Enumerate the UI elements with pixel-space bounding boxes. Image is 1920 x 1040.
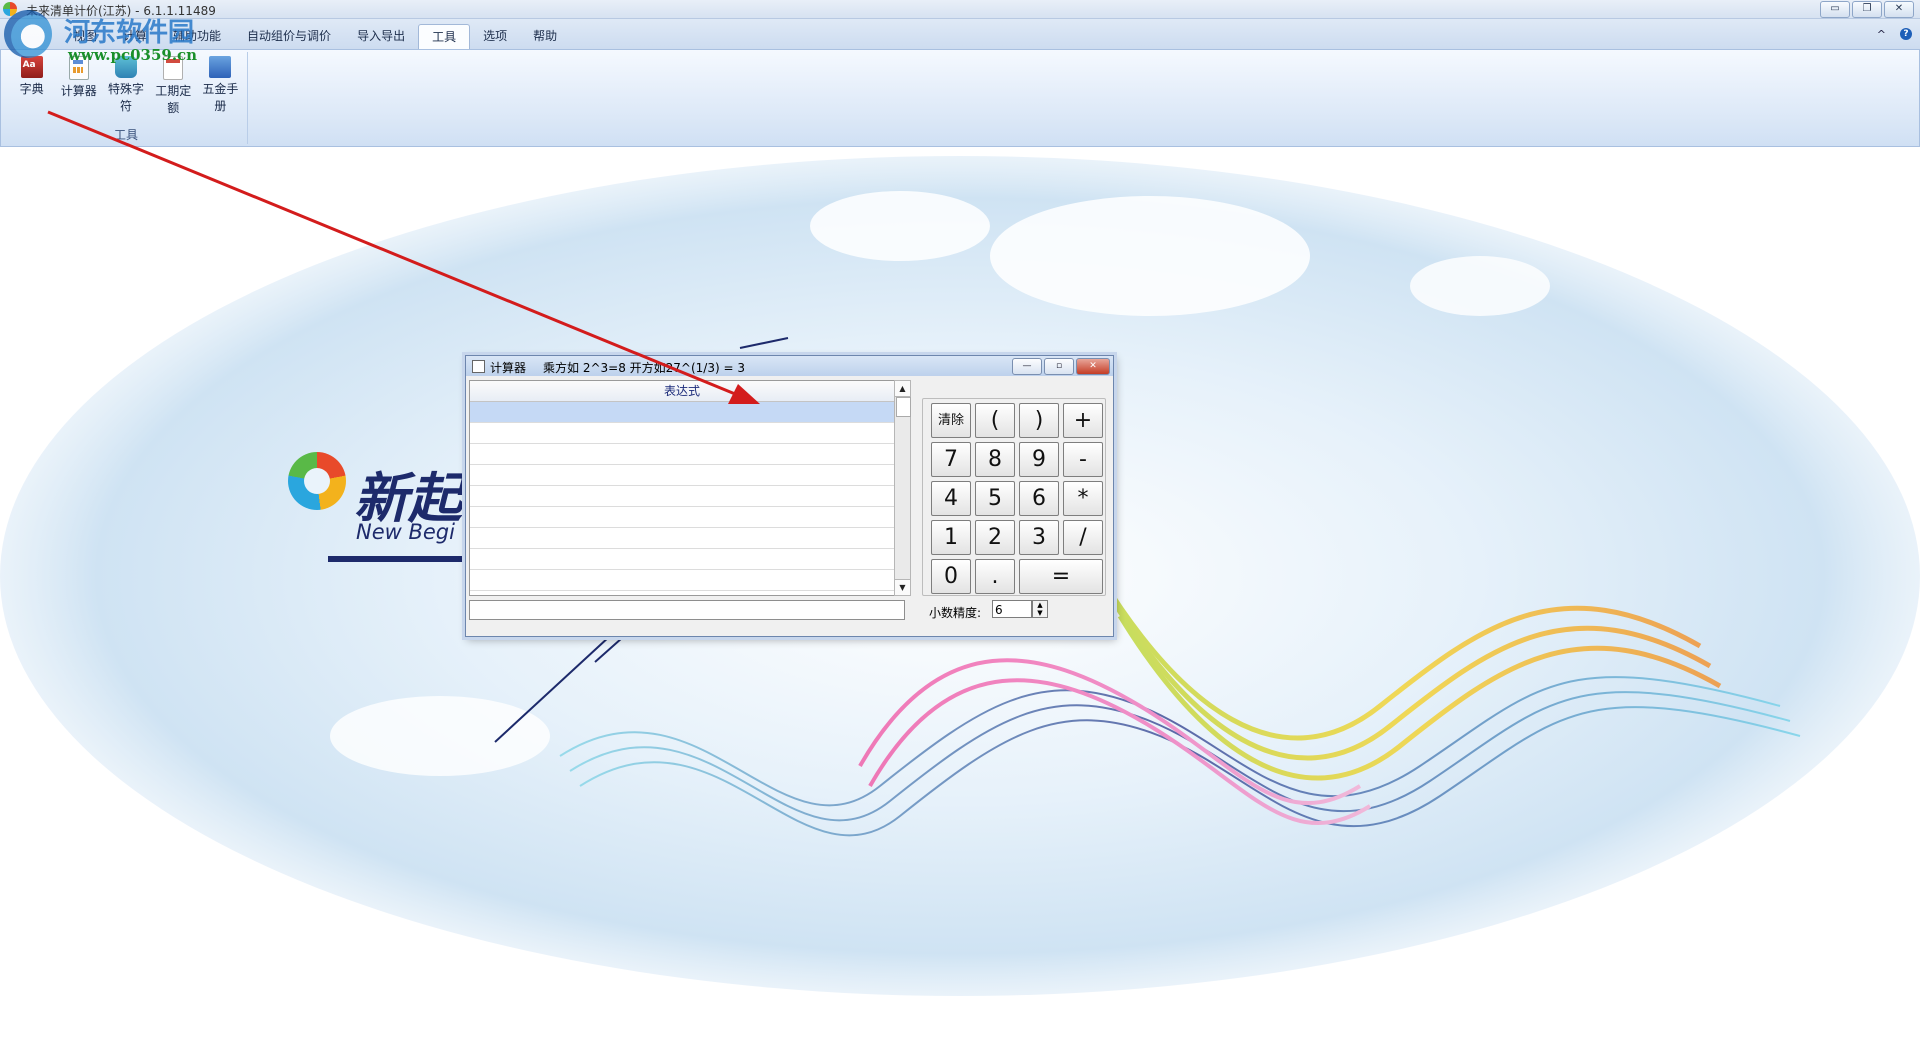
calendar-icon bbox=[163, 56, 184, 80]
key-1[interactable]: 1 bbox=[931, 520, 971, 555]
scroll-up-icon[interactable]: ▲ bbox=[895, 381, 910, 397]
key-equals[interactable]: = bbox=[1019, 559, 1103, 594]
spin-up-icon[interactable]: ▲ bbox=[1033, 601, 1047, 609]
key-close-paren[interactable]: ) bbox=[1019, 403, 1059, 438]
calculator-button[interactable]: 计算器 bbox=[56, 54, 101, 116]
precision-input[interactable]: 6 bbox=[992, 600, 1032, 618]
tab-help[interactable]: 帮助 bbox=[520, 24, 570, 48]
title-bar: 未来清单计价(江苏) - 6.1.1.11489 ▭ ❐ ✕ bbox=[0, 0, 1920, 19]
duration-quota-label: 工期定额 bbox=[155, 84, 192, 115]
tab-view[interactable]: 视图 bbox=[60, 24, 110, 48]
key-6[interactable]: 6 bbox=[1019, 481, 1059, 516]
key-3[interactable]: 3 bbox=[1019, 520, 1059, 555]
key-2[interactable]: 2 bbox=[975, 520, 1015, 555]
table-row[interactable] bbox=[470, 423, 894, 444]
calculator-minimize-button[interactable]: — bbox=[1012, 358, 1042, 375]
calculator-maximize-button[interactable]: ▫ bbox=[1044, 358, 1074, 375]
app-title: 未来清单计价(江苏) - 6.1.1.11489 bbox=[26, 4, 216, 18]
calculator-hint: 乘方如 2^3=8 开方如27^(1/3) = 3 bbox=[543, 361, 745, 375]
expression-input[interactable] bbox=[469, 600, 905, 620]
brand-logo-icon bbox=[288, 452, 346, 510]
table-row[interactable] bbox=[470, 486, 894, 507]
scroll-down-icon[interactable]: ▼ bbox=[895, 579, 910, 595]
minimize-button[interactable]: ▭ bbox=[1820, 1, 1850, 18]
tab-auxiliary[interactable]: 辅助功能 bbox=[160, 24, 234, 48]
restore-button[interactable]: ❐ bbox=[1852, 1, 1882, 18]
clear-button[interactable]: 清除 bbox=[931, 403, 971, 438]
table-row[interactable] bbox=[470, 549, 894, 570]
close-button[interactable]: ✕ bbox=[1884, 1, 1914, 18]
app-logo-icon bbox=[3, 2, 17, 16]
calculator-window-icon bbox=[472, 360, 485, 373]
ribbon-tab-bar: 视图 计算 辅助功能 自动组价与调价 导入导出 工具 选项 帮助 ^ ? bbox=[0, 19, 1920, 49]
duration-quota-button[interactable]: 工期定额 bbox=[151, 54, 196, 116]
help-icon[interactable]: ? bbox=[1900, 28, 1912, 40]
key-9[interactable]: 9 bbox=[1019, 442, 1059, 477]
precision-label: 小数精度: bbox=[929, 606, 982, 620]
handbook-icon bbox=[209, 56, 232, 78]
brand-underline bbox=[328, 556, 488, 562]
table-row[interactable] bbox=[470, 570, 894, 591]
key-decimal[interactable]: . bbox=[975, 559, 1015, 594]
table-row[interactable] bbox=[470, 444, 894, 465]
special-char-button[interactable]: 特殊字符 bbox=[103, 54, 148, 116]
tools-group: 字典 计算器 特殊字符 工期定额 五金手册 工具 bbox=[5, 52, 248, 144]
tab-auto-pricing[interactable]: 自动组价与调价 bbox=[234, 24, 344, 48]
expression-column-header: 表达式 bbox=[470, 381, 894, 402]
ribbon-panel: 字典 计算器 特殊字符 工期定额 五金手册 工具 bbox=[0, 49, 1920, 147]
tab-import-export[interactable]: 导入导出 bbox=[344, 24, 418, 48]
ribbon-collapse-icon[interactable]: ^ bbox=[1877, 28, 1886, 41]
calculator-title-bar[interactable]: 计算器 乘方如 2^3=8 开方如27^(1/3) = 3 — ▫ ✕ bbox=[466, 356, 1113, 376]
dictionary-icon bbox=[20, 56, 43, 78]
tab-tools[interactable]: 工具 bbox=[418, 24, 471, 49]
table-row[interactable] bbox=[470, 465, 894, 486]
spin-down-icon[interactable]: ▼ bbox=[1033, 609, 1047, 617]
key-7[interactable]: 7 bbox=[931, 442, 971, 477]
calculator-close-button[interactable]: ✕ bbox=[1076, 358, 1110, 375]
table-row[interactable] bbox=[470, 402, 894, 423]
dictionary-button[interactable]: 字典 bbox=[9, 54, 54, 116]
special-char-icon bbox=[115, 56, 137, 78]
calculator-title: 计算器 bbox=[490, 361, 527, 375]
hardware-handbook-label: 五金手册 bbox=[202, 82, 239, 113]
calculator-label: 计算器 bbox=[60, 84, 97, 98]
hardware-handbook-button[interactable]: 五金手册 bbox=[198, 54, 243, 116]
table-row[interactable] bbox=[470, 507, 894, 528]
expression-table[interactable]: 表达式 bbox=[469, 380, 895, 596]
table-row[interactable] bbox=[470, 528, 894, 549]
calculator-icon bbox=[68, 56, 89, 80]
brand-english-name: New Begi bbox=[356, 520, 455, 544]
key-0[interactable]: 0 bbox=[931, 559, 971, 594]
special-char-label: 特殊字符 bbox=[108, 82, 145, 113]
tools-group-label: 工具 bbox=[113, 128, 138, 142]
dictionary-label: 字典 bbox=[19, 82, 44, 96]
calculator-keypad: 清除 ( ) + 7 8 9 - 4 5 6 * 1 2 3 / 0 . = bbox=[922, 398, 1106, 596]
window-controls: ▭ ❐ ✕ bbox=[1820, 1, 1914, 18]
key-5[interactable]: 5 bbox=[975, 481, 1015, 516]
key-multiply[interactable]: * bbox=[1063, 481, 1103, 516]
precision-spinner[interactable]: ▲ ▼ bbox=[1032, 600, 1048, 618]
calculator-window: 计算器 乘方如 2^3=8 开方如27^(1/3) = 3 — ▫ ✕ 表达式 … bbox=[465, 355, 1114, 637]
key-minus[interactable]: - bbox=[1063, 442, 1103, 477]
tab-calculate[interactable]: 计算 bbox=[110, 24, 160, 48]
key-8[interactable]: 8 bbox=[975, 442, 1015, 477]
expression-scrollbar[interactable]: ▲ ▼ bbox=[894, 380, 911, 596]
key-divide[interactable]: / bbox=[1063, 520, 1103, 555]
tab-options[interactable]: 选项 bbox=[470, 24, 520, 48]
key-plus[interactable]: + bbox=[1063, 403, 1103, 438]
key-open-paren[interactable]: ( bbox=[975, 403, 1015, 438]
key-4[interactable]: 4 bbox=[931, 481, 971, 516]
scroll-thumb[interactable] bbox=[896, 397, 911, 417]
